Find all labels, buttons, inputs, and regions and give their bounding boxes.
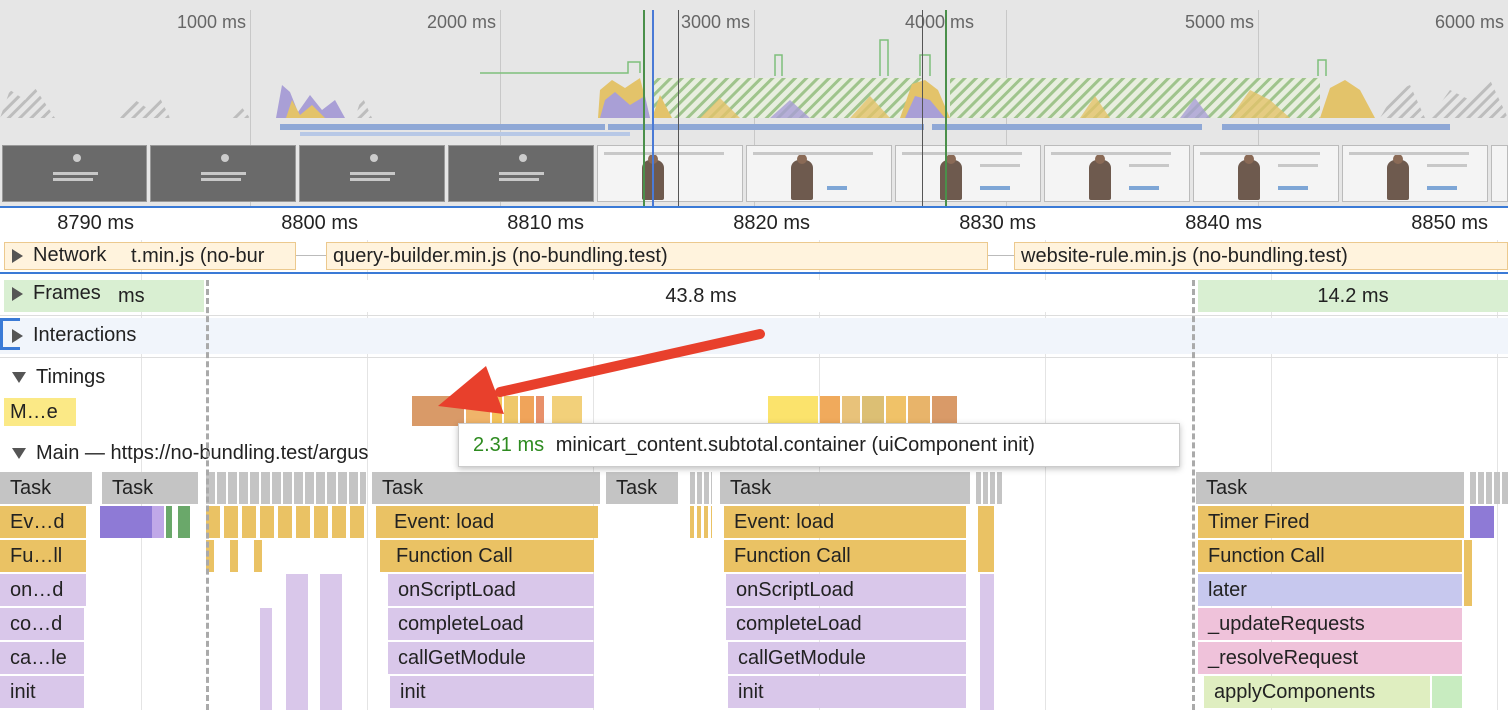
annotation-arrow-icon xyxy=(438,329,765,414)
